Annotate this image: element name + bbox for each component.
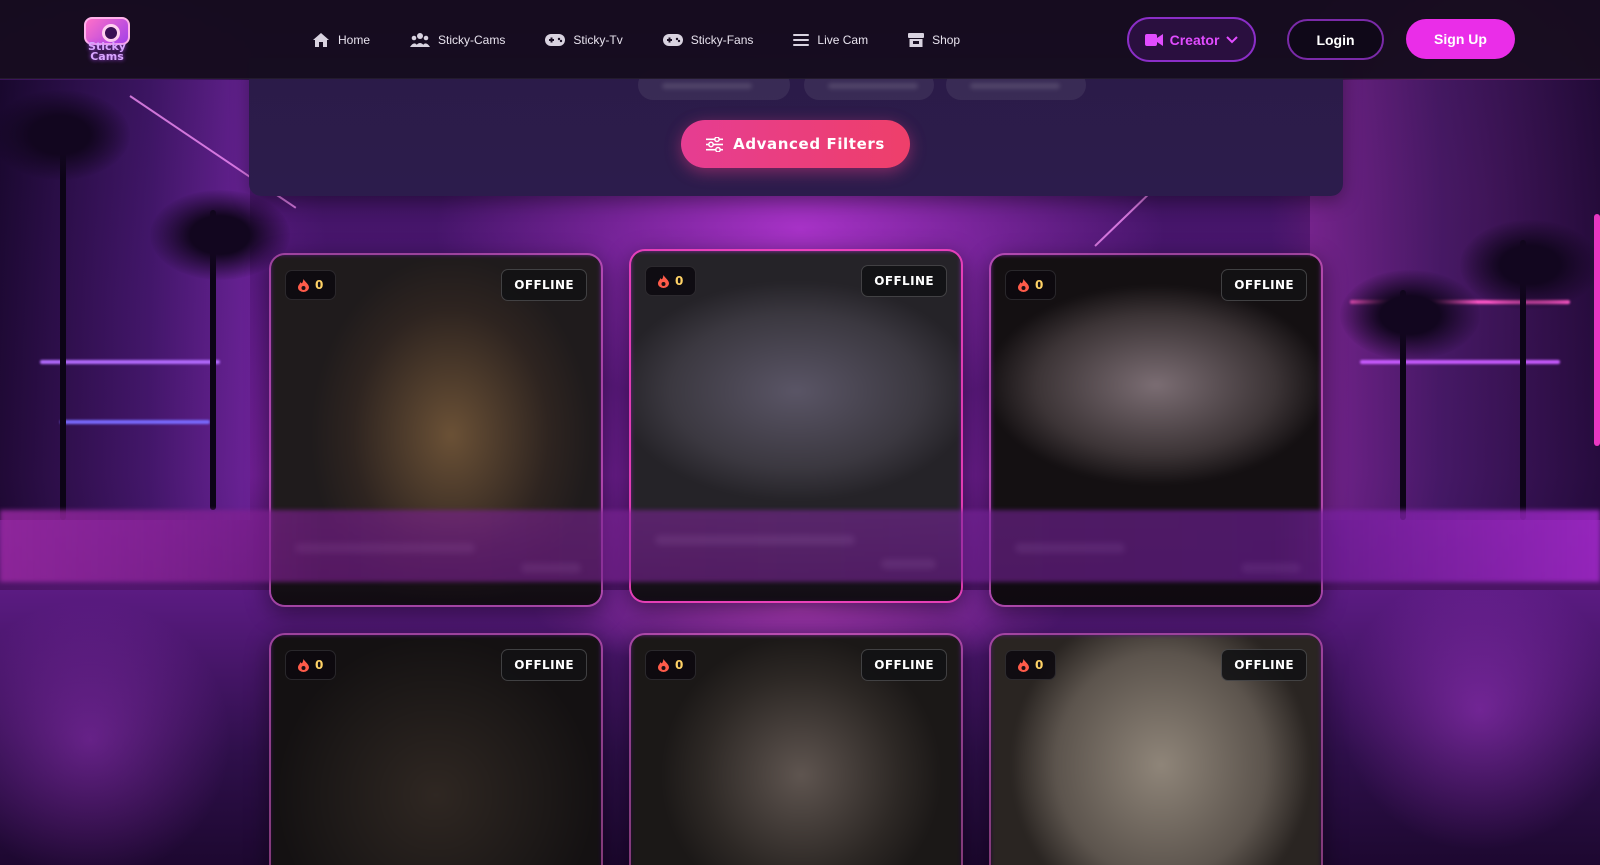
viewer-count-badge: 0 <box>285 270 337 300</box>
nav-shop-label: Shop <box>932 33 961 47</box>
flame-icon <box>658 274 669 288</box>
page-scrollbar[interactable] <box>1594 214 1600 446</box>
nav-home[interactable]: Home <box>312 28 370 52</box>
model-card[interactable]: 0 OFFLINE <box>269 633 603 865</box>
nav-sticky-fans-label: Sticky-Fans <box>690 33 754 47</box>
nav-live-cam[interactable]: Live Cam <box>793 28 868 52</box>
nav-sticky-cams[interactable]: Sticky-Cams <box>410 28 505 52</box>
chevron-down-icon <box>1226 35 1239 43</box>
sticky-cams-logo[interactable]: Sticky Cams <box>82 15 132 65</box>
viewer-count-badge: 0 <box>1005 650 1057 680</box>
flame-icon <box>658 658 669 672</box>
nav-sticky-fans[interactable]: Sticky-Fans <box>662 28 754 52</box>
status-badge: OFFLINE <box>1221 649 1307 681</box>
home-icon <box>313 33 329 47</box>
login-button[interactable]: Login <box>1287 19 1384 60</box>
main-nav: Home Sticky-Cams Sticky-Tv Sticky-Fans L… <box>312 28 1000 52</box>
nav-live-cam-label: Live Cam <box>817 33 869 47</box>
advanced-filters-button[interactable]: Advanced Filters <box>681 120 910 168</box>
menu-icon <box>793 34 810 46</box>
status-badge: OFFLINE <box>1221 269 1307 301</box>
status-badge: OFFLINE <box>861 649 947 681</box>
flame-icon <box>298 658 309 672</box>
blurred-overlay-band <box>0 510 1600 582</box>
nav-sticky-cams-label: Sticky-Cams <box>438 33 506 47</box>
viewer-count-badge: 0 <box>645 266 697 296</box>
store-icon <box>908 33 925 47</box>
nav-sticky-tv[interactable]: Sticky-Tv <box>545 28 623 52</box>
neon-strip <box>60 420 210 424</box>
nav-home-label: Home <box>338 33 371 47</box>
flame-icon <box>298 278 309 292</box>
palm-tree <box>60 120 66 520</box>
flame-icon <box>1018 658 1029 672</box>
nav-shop[interactable]: Shop <box>908 28 960 52</box>
viewer-count-badge: 0 <box>1005 270 1057 300</box>
creator-label: Creator <box>1169 31 1220 48</box>
viewer-count: 0 <box>675 658 684 672</box>
palm-tree <box>1460 220 1600 310</box>
status-badge: OFFLINE <box>861 265 947 297</box>
video-camera-icon <box>1144 33 1163 46</box>
viewer-count: 0 <box>1035 278 1044 292</box>
users-icon <box>410 33 431 47</box>
model-card[interactable]: 0 OFFLINE <box>629 633 963 865</box>
signup-button[interactable]: Sign Up <box>1406 19 1515 59</box>
model-card[interactable]: 0 OFFLINE <box>989 633 1323 865</box>
gamepad-icon <box>545 34 566 46</box>
status-badge: OFFLINE <box>501 649 587 681</box>
viewer-count: 0 <box>315 278 324 292</box>
sliders-icon <box>706 136 724 152</box>
flame-icon <box>1018 278 1029 292</box>
nav-sticky-tv-label: Sticky-Tv <box>573 33 623 47</box>
viewer-count-badge: 0 <box>285 650 337 680</box>
creator-dropdown-button[interactable]: Creator <box>1127 17 1256 62</box>
advanced-filters-label: Advanced Filters <box>733 135 885 153</box>
logo-line-2: Cams <box>90 50 124 63</box>
top-navbar: Sticky Cams Home Sticky-Cams Sticky-Tv S… <box>0 0 1600 79</box>
neon-strip <box>40 360 220 364</box>
viewer-count: 0 <box>315 658 324 672</box>
logo-text: Sticky Cams <box>82 41 132 63</box>
viewer-count: 0 <box>675 274 684 288</box>
viewer-count: 0 <box>1035 658 1044 672</box>
palm-tree <box>1340 270 1480 360</box>
neon-strip <box>1360 360 1560 364</box>
viewer-count-badge: 0 <box>645 650 697 680</box>
gamepad-icon <box>662 34 683 46</box>
status-badge: OFFLINE <box>501 269 587 301</box>
